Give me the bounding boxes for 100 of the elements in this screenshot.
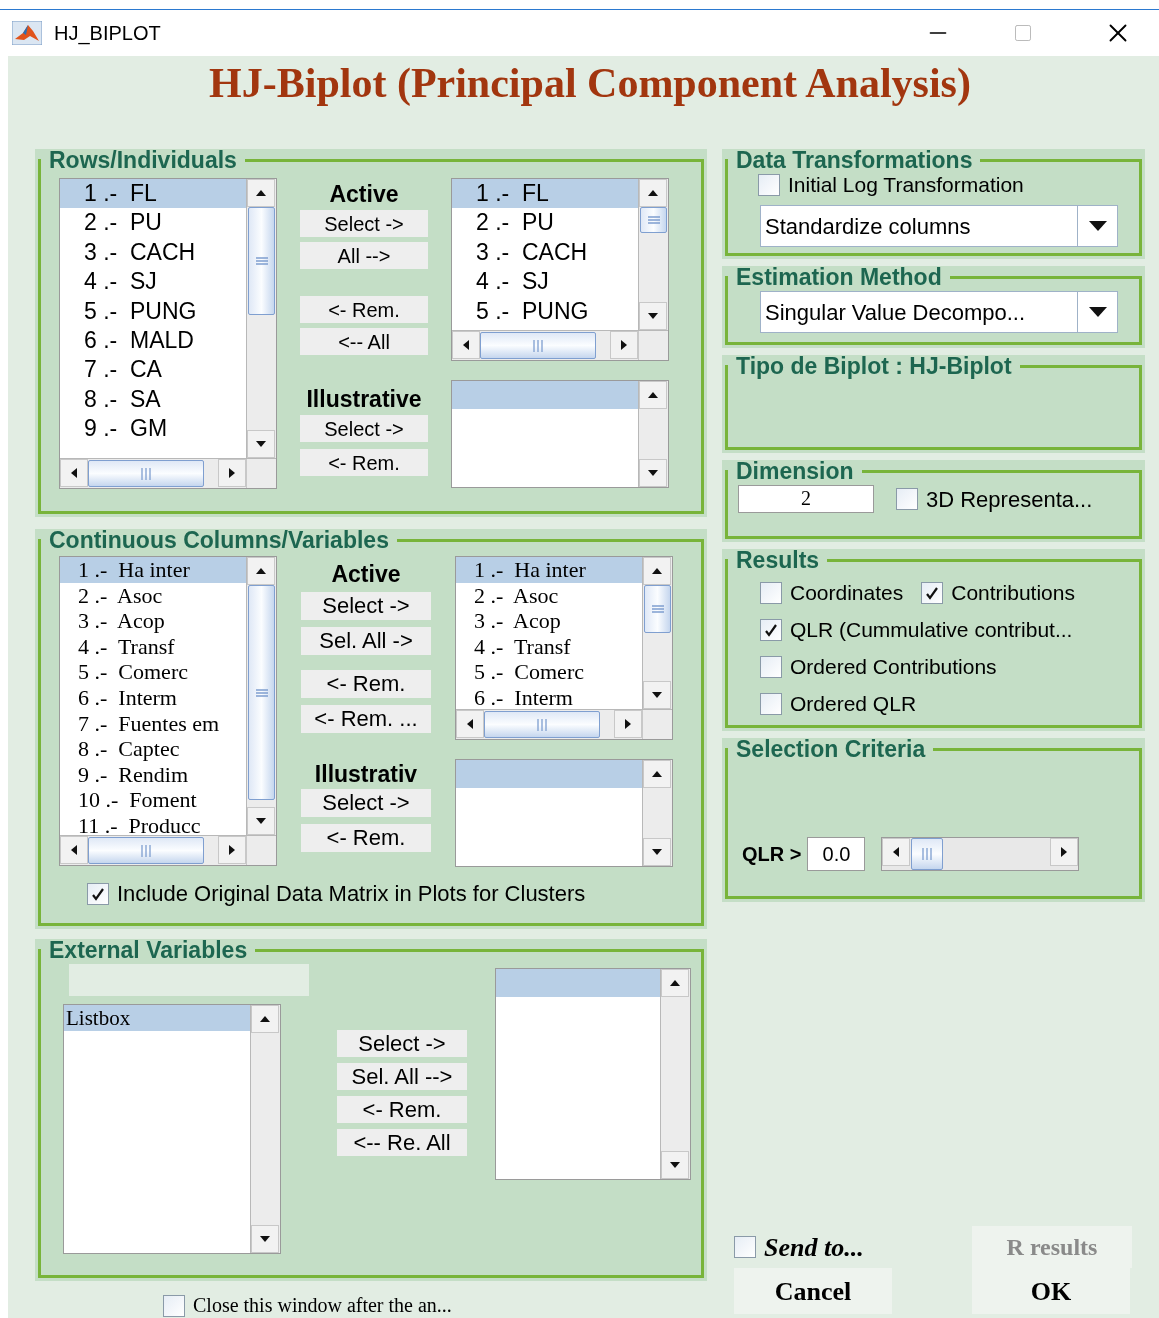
action-button[interactable]: <- Rem. bbox=[301, 824, 431, 852]
list-item[interactable]: 1 .- Ha inter bbox=[60, 557, 246, 583]
list-item[interactable]: Listbox bbox=[64, 1005, 250, 1031]
list-heading: Illustrative bbox=[306, 385, 422, 414]
scroll-down-button[interactable] bbox=[661, 1151, 689, 1179]
scrollbar-corner bbox=[642, 710, 672, 739]
checkbox-label: Send to... bbox=[764, 1234, 864, 1260]
scroll-left-button[interactable] bbox=[60, 836, 88, 864]
scrollbar-corner bbox=[638, 331, 668, 360]
grip-icon bbox=[141, 843, 151, 858]
list-box[interactable]: 1 .- Ha inter 2 .- Asoc 3 .- Acop 4 .- Transf 5 .- Comerc 6 .- Interm 7 .- Fuentes em 8 .- Captec 9 .- Rendim 10 .- Foment 11 .- Producc bbox=[59, 556, 277, 866]
checkbox[interactable] bbox=[921, 581, 944, 604]
scrollbar-thumb[interactable] bbox=[484, 711, 600, 738]
action-button[interactable]: <-- Re. All bbox=[337, 1129, 467, 1156]
action-button[interactable]: <- Rem. bbox=[300, 449, 428, 476]
checkbox[interactable] bbox=[896, 488, 918, 510]
scroll-up-button[interactable] bbox=[639, 179, 667, 207]
checkbox[interactable] bbox=[760, 618, 782, 641]
action-button[interactable]: Select -> bbox=[337, 1030, 467, 1057]
scroll-up-button[interactable] bbox=[247, 179, 275, 207]
dropdown[interactable]: Singular Value Decompo... bbox=[760, 291, 1118, 333]
list-item[interactable]: 1 .- Ha inter bbox=[456, 557, 642, 583]
scroll-down-button[interactable] bbox=[247, 807, 275, 835]
scroll-up-button[interactable] bbox=[247, 557, 275, 585]
slider[interactable] bbox=[881, 837, 1080, 871]
list-box[interactable]: 1 .- Ha inter 2 .- Asoc 3 .- Acop 4 .- Transf 5 .- Comerc 6 .- Interm bbox=[455, 556, 673, 740]
action-button[interactable]: <- Rem. bbox=[301, 670, 431, 698]
text-field[interactable] bbox=[69, 964, 309, 996]
panel-title: Dimension bbox=[735, 460, 855, 483]
scroll-right-button[interactable] bbox=[218, 459, 246, 487]
list-heading: Active bbox=[331, 560, 401, 589]
action-button[interactable]: <- Rem. ... bbox=[301, 705, 431, 733]
checkbox[interactable] bbox=[760, 692, 782, 715]
list-item[interactable]: 1 .- FL bbox=[452, 179, 638, 209]
grip-icon bbox=[650, 605, 665, 613]
action-button[interactable]: Select -> bbox=[300, 415, 428, 442]
slider-thumb[interactable] bbox=[910, 838, 943, 870]
field-label: QLR > bbox=[742, 842, 802, 867]
scroll-down-button[interactable] bbox=[639, 302, 667, 330]
scroll-left-button[interactable] bbox=[456, 710, 484, 738]
list-heading: Illustrativ bbox=[314, 760, 418, 789]
scroll-down-button[interactable] bbox=[251, 1225, 279, 1253]
scrollbar-thumb[interactable] bbox=[248, 585, 275, 800]
grip-icon bbox=[533, 338, 543, 353]
scroll-right-button[interactable] bbox=[610, 331, 638, 359]
checkbox[interactable] bbox=[163, 1294, 185, 1317]
checkbox-label: Contributions bbox=[951, 580, 1075, 605]
action-button[interactable]: All --> bbox=[300, 242, 428, 269]
action-button[interactable]: Select -> bbox=[301, 592, 431, 620]
scrollbar-thumb[interactable] bbox=[480, 332, 596, 359]
checkbox[interactable] bbox=[760, 581, 782, 604]
scroll-down-button[interactable] bbox=[247, 430, 275, 458]
scroll-down-button[interactable] bbox=[643, 838, 671, 866]
action-button[interactable]: Select -> bbox=[300, 210, 428, 237]
scroll-up-button[interactable] bbox=[251, 1005, 279, 1033]
list-item[interactable]: 1 .- FL bbox=[60, 179, 246, 209]
list-box[interactable]: 1 .- FL 2 .- PU 3 .- CACH 4 .- SJ 5 .- PUNG 6 .- MALD 7 .- CA 8 .- SA 9 .- GM bbox=[59, 178, 277, 489]
scroll-down-button[interactable] bbox=[639, 459, 667, 487]
panel-title: Results bbox=[735, 549, 821, 572]
scroll-left-button[interactable] bbox=[452, 331, 480, 359]
action-button[interactable]: <- Rem. bbox=[337, 1096, 467, 1123]
scroll-right-button[interactable] bbox=[614, 710, 642, 738]
panel-title: External Variables bbox=[48, 939, 249, 962]
scrollbar-thumb[interactable] bbox=[640, 207, 667, 233]
list-box[interactable]: 1 .- FL 2 .- PU 3 .- CACH 4 .- SJ 5 .- PUNG bbox=[451, 178, 669, 361]
list-heading: Active bbox=[329, 180, 399, 209]
checkbox-label: Ordered Contributions bbox=[790, 654, 997, 679]
scroll-right-button[interactable] bbox=[218, 836, 246, 864]
panel-title: Data Transformations bbox=[735, 149, 974, 172]
dropdown[interactable]: Standardize columns bbox=[760, 205, 1118, 247]
scroll-up-button[interactable] bbox=[639, 381, 667, 409]
scroll-left-button[interactable] bbox=[60, 459, 88, 487]
scroll-down-button[interactable] bbox=[643, 681, 671, 709]
dialog-button[interactable]: Cancel bbox=[734, 1268, 892, 1314]
checkbox[interactable] bbox=[760, 655, 782, 678]
checkbox[interactable] bbox=[734, 1236, 756, 1258]
checkbox[interactable] bbox=[758, 173, 780, 196]
action-button[interactable]: Sel. All --> bbox=[337, 1063, 467, 1090]
number-field[interactable]: 2 bbox=[738, 485, 874, 513]
panel-title: Continuous Columns/Variables bbox=[48, 529, 390, 552]
scrollbar-thumb[interactable] bbox=[644, 585, 671, 633]
scroll-up-button[interactable] bbox=[643, 557, 671, 585]
checkbox-label: Coordinates bbox=[790, 580, 904, 605]
scroll-up-button[interactable] bbox=[661, 969, 689, 997]
action-button[interactable]: <-- All bbox=[300, 328, 428, 355]
panel-title: Estimation Method bbox=[735, 266, 943, 289]
action-button[interactable]: <- Rem. bbox=[300, 296, 428, 323]
scroll-up-button[interactable] bbox=[643, 760, 671, 788]
dialog-button[interactable]: OK bbox=[972, 1268, 1130, 1314]
slider-left-button[interactable] bbox=[882, 838, 911, 866]
list-box[interactable]: Listbox bbox=[63, 1004, 281, 1254]
checkbox[interactable] bbox=[87, 882, 109, 905]
number-field[interactable]: 0.0 bbox=[807, 837, 866, 871]
action-button[interactable]: Sel. All -> bbox=[301, 627, 431, 655]
grip-icon bbox=[646, 216, 661, 224]
slider-right-button[interactable] bbox=[1050, 838, 1079, 866]
scrollbar-thumb[interactable] bbox=[248, 207, 275, 315]
scrollbar-thumb[interactable] bbox=[88, 460, 204, 487]
action-button[interactable]: Select -> bbox=[301, 789, 431, 817]
scrollbar-thumb[interactable] bbox=[88, 837, 204, 864]
